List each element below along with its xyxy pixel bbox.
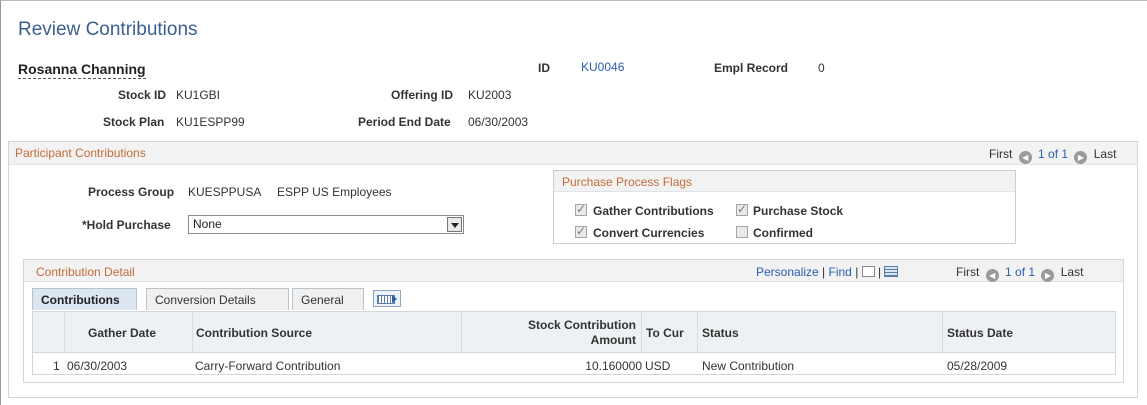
col-gather-date[interactable]: Gather Date	[64, 312, 192, 353]
col-to-currency[interactable]: To Cur	[641, 312, 697, 353]
row-contribution-source: Carry-Forward Contribution	[195, 359, 341, 373]
grid-tools: Personalize | Find | |	[756, 265, 899, 279]
col-status[interactable]: Status	[697, 312, 942, 353]
tab-contributions[interactable]: Contributions	[32, 288, 137, 310]
process-group-code: KUESPPUSA	[188, 185, 262, 199]
stock-id-label: Stock ID	[118, 88, 167, 102]
row-status-date: 05/28/2009	[947, 359, 1008, 373]
col-stock-contribution-amount[interactable]: Stock Contribution Amount	[461, 312, 641, 353]
col-contribution-source[interactable]: Contribution Source	[192, 312, 461, 353]
col-status-label: Status	[702, 326, 739, 340]
col-to-currency-label: To Cur	[646, 326, 684, 340]
hold-purchase-label: *Hold Purchase	[82, 218, 171, 232]
purchase-process-flags-title: Purchase Process Flags	[562, 175, 693, 189]
row-number: 1	[53, 359, 60, 373]
find-link[interactable]: Find	[829, 265, 852, 279]
page-title: Review Contributions	[18, 19, 198, 40]
purchase-process-flags-box: Purchase Process Flags Gather Contributi…	[553, 170, 1016, 244]
participant-contributions-title: Participant Contributions	[15, 146, 146, 160]
contributions-table: Gather Date Contribution Source Stock Co…	[32, 311, 1116, 375]
gather-contributions-checkbox[interactable]	[575, 202, 587, 216]
purchase-stock-label: Purchase Stock	[753, 204, 844, 218]
col-row-number	[33, 312, 64, 353]
personalize-link[interactable]: Personalize	[756, 265, 819, 279]
download-grid-icon[interactable]	[884, 266, 899, 277]
col-contribution-source-label: Contribution Source	[196, 326, 312, 340]
nav-next-icon[interactable]: ▶	[1074, 151, 1088, 164]
process-group-desc: ESPP US Employees	[277, 185, 392, 199]
empl-record-label: Empl Record	[714, 61, 789, 75]
nav-prev-icon[interactable]: ◀	[985, 269, 999, 282]
gather-contributions-label: Gather Contributions	[593, 204, 714, 218]
offering-id-value: KU2003	[468, 88, 512, 102]
tools-separator: |	[822, 265, 826, 279]
tools-separator: |	[878, 265, 882, 279]
period-end-date-value: 06/30/2003	[468, 115, 529, 129]
offering-id-label: Offering ID	[391, 88, 453, 102]
nav-last-label[interactable]: Last	[1094, 147, 1117, 161]
row-status: New Contribution	[702, 359, 795, 373]
nav-first-label[interactable]: First	[956, 265, 979, 279]
row-gather-date: 06/30/2003	[67, 359, 128, 373]
participant-nav: First ◀ 1 of 1 ▶ Last	[989, 147, 1116, 164]
hold-purchase-select[interactable]: None	[188, 215, 464, 234]
col-amount-label-line2: Amount	[590, 333, 636, 347]
nav-next-icon[interactable]: ▶	[1041, 269, 1055, 282]
period-end-date-label: Period End Date	[358, 115, 451, 129]
nav-count: 1 of 1	[1038, 147, 1069, 161]
convert-currencies-label: Convert Currencies	[593, 226, 705, 240]
nav-first-label[interactable]: First	[989, 147, 1012, 161]
contribution-detail-grid: Contribution Detail Personalize | Find |…	[23, 259, 1124, 383]
stock-id-value: KU1GBI	[176, 88, 221, 102]
col-status-date[interactable]: Status Date	[942, 312, 1117, 353]
participant-contributions-header: Participant Contributions First ◀ 1 of 1…	[9, 142, 1137, 165]
contribution-detail-title: Contribution Detail	[36, 265, 135, 279]
stock-plan-label: Stock Plan	[103, 115, 165, 129]
hold-purchase-value: None	[193, 217, 222, 231]
process-group-label: Process Group	[88, 185, 175, 199]
purchase-stock-checkbox[interactable]	[736, 202, 748, 216]
row-to-currency: USD	[645, 359, 671, 373]
tab-conversion-details[interactable]: Conversion Details	[146, 288, 289, 310]
view-all-icon[interactable]	[861, 266, 875, 277]
id-value: KU0046	[581, 60, 625, 74]
show-all-columns-icon[interactable]	[373, 290, 401, 307]
nav-count: 1 of 1	[1005, 265, 1036, 279]
dropdown-arrow-icon[interactable]	[447, 217, 462, 232]
tools-separator: |	[855, 265, 859, 279]
id-label: ID	[538, 61, 550, 75]
col-gather-date-label: Gather Date	[88, 326, 157, 340]
contribution-detail-header: Contribution Detail Personalize | Find |…	[24, 260, 1123, 282]
nav-prev-icon[interactable]: ◀	[1018, 151, 1032, 164]
empl-record-value: 0	[818, 61, 825, 75]
table-header: Gather Date Contribution Source Stock Co…	[33, 312, 1115, 353]
col-amount-label-line1: Stock Contribution	[528, 318, 636, 332]
detail-nav: First ◀ 1 of 1 ▶ Last	[956, 265, 1083, 282]
purchase-process-flags-header: Purchase Process Flags	[554, 171, 1015, 192]
stock-plan-value: KU1ESPP99	[176, 115, 245, 129]
page: Review Contributions Rosanna Channing ID…	[0, 0, 1147, 405]
employee-name: Rosanna Channing	[18, 61, 146, 79]
tab-general[interactable]: General	[292, 288, 364, 310]
nav-last-label[interactable]: Last	[1061, 265, 1084, 279]
col-status-date-label: Status Date	[947, 326, 1014, 340]
confirmed-label: Confirmed	[753, 226, 813, 240]
convert-currencies-checkbox[interactable]	[575, 224, 587, 238]
row-amount: 10.160000	[585, 359, 642, 373]
confirmed-checkbox[interactable]	[736, 226, 748, 238]
